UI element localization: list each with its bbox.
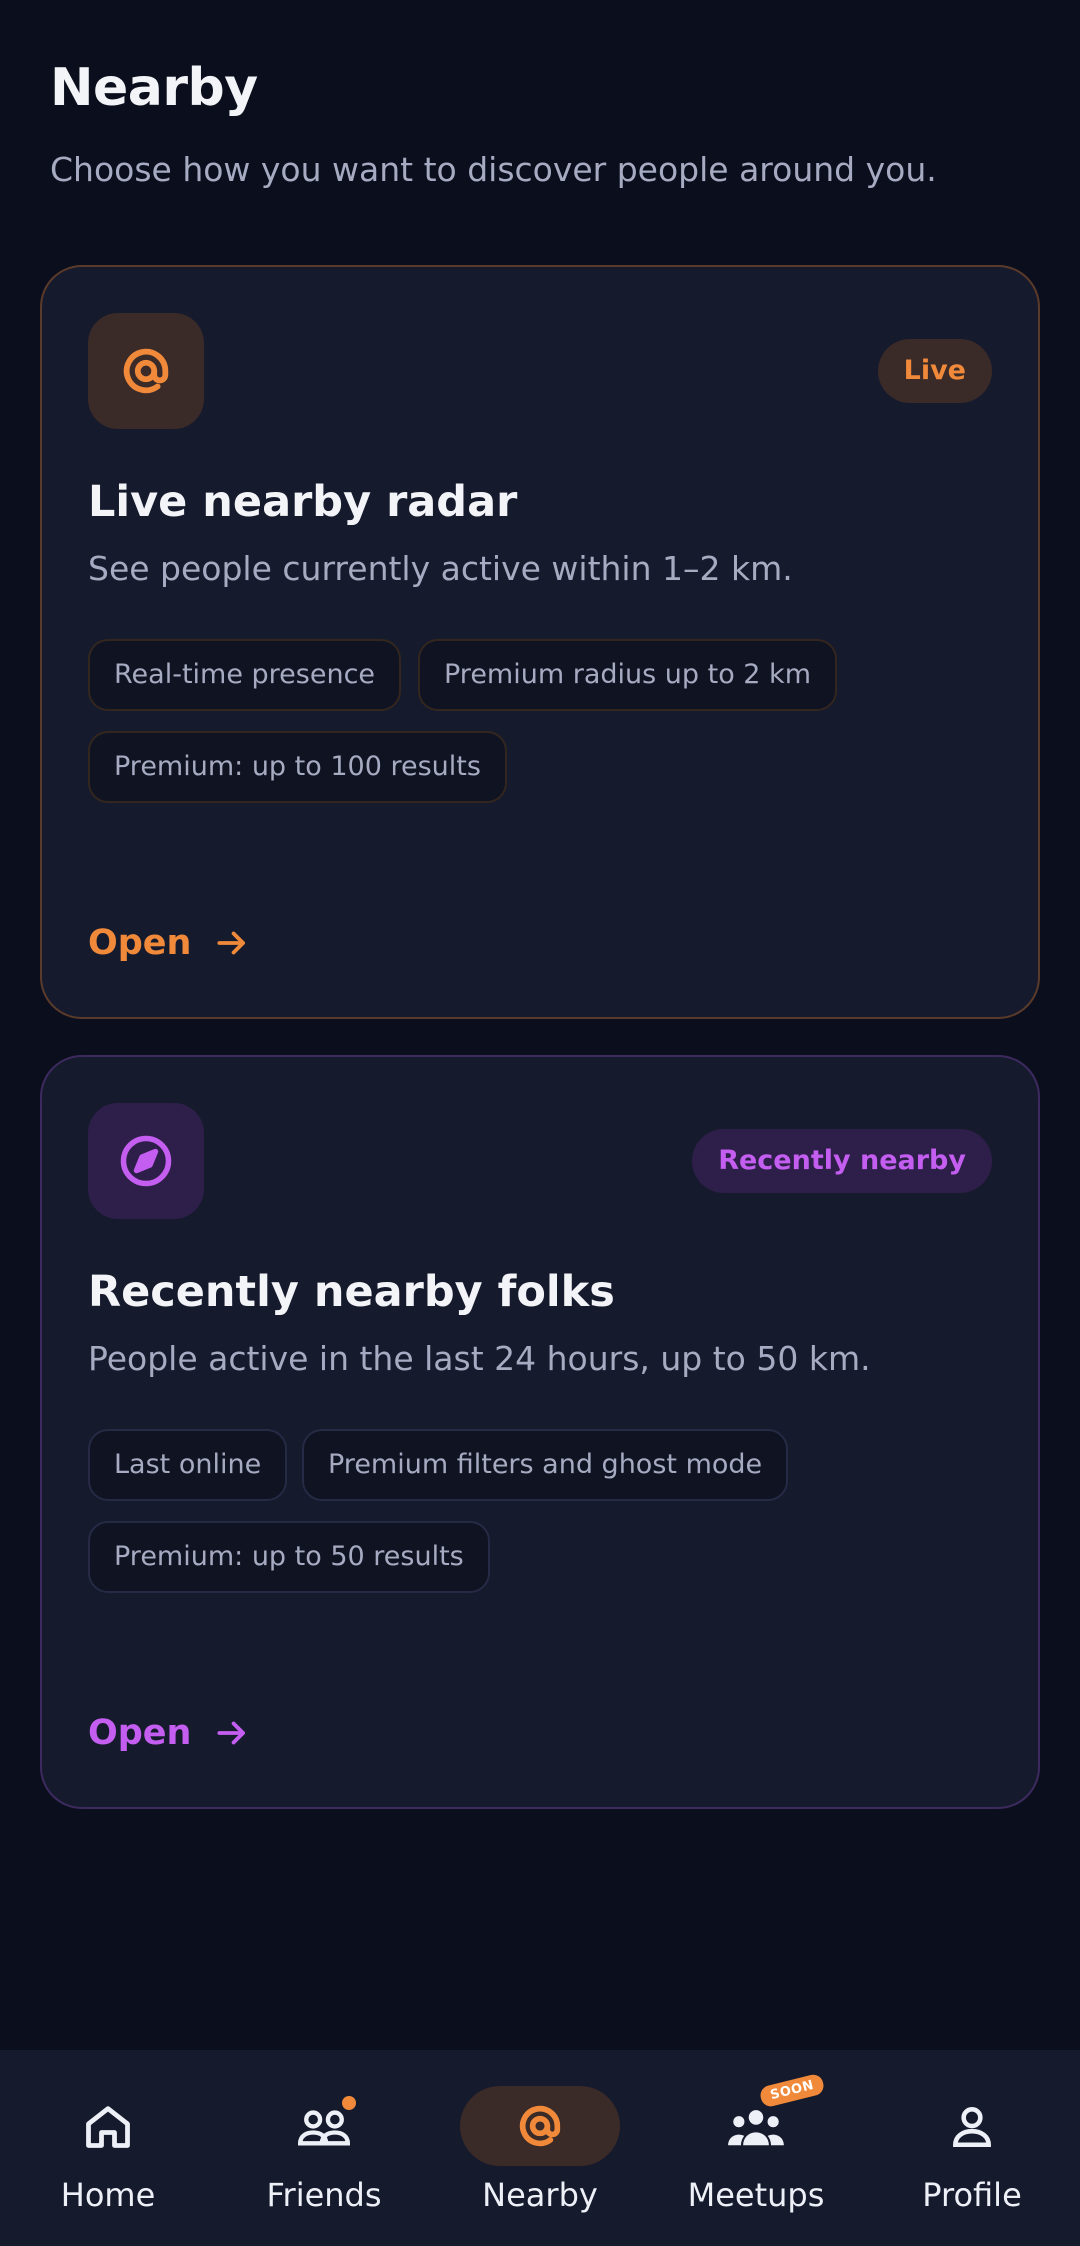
- page-subtitle: Choose how you want to discover people a…: [50, 150, 937, 189]
- card-title: Live nearby radar: [88, 477, 518, 527]
- profile-icon: [953, 2107, 991, 2148]
- compass-icon-container: [88, 1103, 204, 1219]
- nav-label: Nearby: [482, 2176, 598, 2214]
- recently-nearby-card[interactable]: Recently nearby Recently nearby folks Pe…: [40, 1055, 1040, 1809]
- live-badge: Live: [877, 339, 992, 403]
- open-live-radar-button[interactable]: Open: [88, 923, 251, 963]
- open-label: Open: [88, 1713, 192, 1753]
- bottom-navigation: Home Friends Nearby SOON Meetups Profile: [0, 2050, 1080, 2246]
- radar-at-icon: [519, 2105, 561, 2147]
- page-title: Nearby: [50, 58, 258, 118]
- open-label: Open: [88, 923, 192, 963]
- radar-icon-container: [88, 313, 204, 429]
- nav-label: Meetups: [687, 2176, 825, 2214]
- feature-chip: Premium: up to 100 results: [88, 731, 507, 803]
- nav-icon-wrap: [244, 2086, 404, 2166]
- nav-item-home[interactable]: Home: [0, 2050, 216, 2246]
- open-recently-nearby-button[interactable]: Open: [88, 1713, 251, 1753]
- nav-item-profile[interactable]: Profile: [864, 2050, 1080, 2246]
- feature-chip: Premium radius up to 2 km: [418, 639, 837, 711]
- card-description: See people currently active within 1–2 k…: [88, 549, 793, 588]
- arrow-right-icon: [217, 1721, 246, 1745]
- nav-icon-wrap: SOON: [676, 2072, 836, 2166]
- soon-badge: SOON: [758, 2072, 826, 2109]
- home-icon: [86, 2106, 130, 2148]
- notification-dot: [342, 2096, 356, 2110]
- nav-item-nearby[interactable]: Nearby: [432, 2050, 648, 2246]
- feature-chip: Premium: up to 50 results: [88, 1521, 490, 1593]
- live-radar-card[interactable]: Live Live nearby radar See people curren…: [40, 265, 1040, 1019]
- nav-label: Profile: [922, 2176, 1022, 2214]
- card-title: Recently nearby folks: [88, 1267, 615, 1317]
- feature-chip: Real-time presence: [88, 639, 402, 711]
- nav-item-meetups[interactable]: SOON Meetups: [648, 2050, 864, 2246]
- recently-nearby-badge: Recently nearby: [692, 1129, 992, 1193]
- nav-label: Home: [60, 2176, 156, 2214]
- feature-chip: Premium filters and ghost mode: [302, 1429, 789, 1501]
- card-description: People active in the last 24 hours, up t…: [88, 1339, 871, 1378]
- nav-label: Friends: [266, 2176, 382, 2214]
- nav-icon-wrap: [892, 2086, 1052, 2166]
- nav-icon-wrap: [28, 2086, 188, 2166]
- nav-icon-wrap: [460, 2086, 620, 2166]
- feature-chip: Last online: [88, 1429, 288, 1501]
- nearby-screen: Nearby Choose how you want to discover p…: [0, 0, 1080, 2246]
- radar-at-icon: [123, 348, 169, 394]
- compass-icon: [120, 1135, 172, 1187]
- meetups-icon: [728, 2110, 784, 2146]
- nav-item-friends[interactable]: Friends: [216, 2050, 432, 2246]
- arrow-right-icon: [217, 931, 246, 955]
